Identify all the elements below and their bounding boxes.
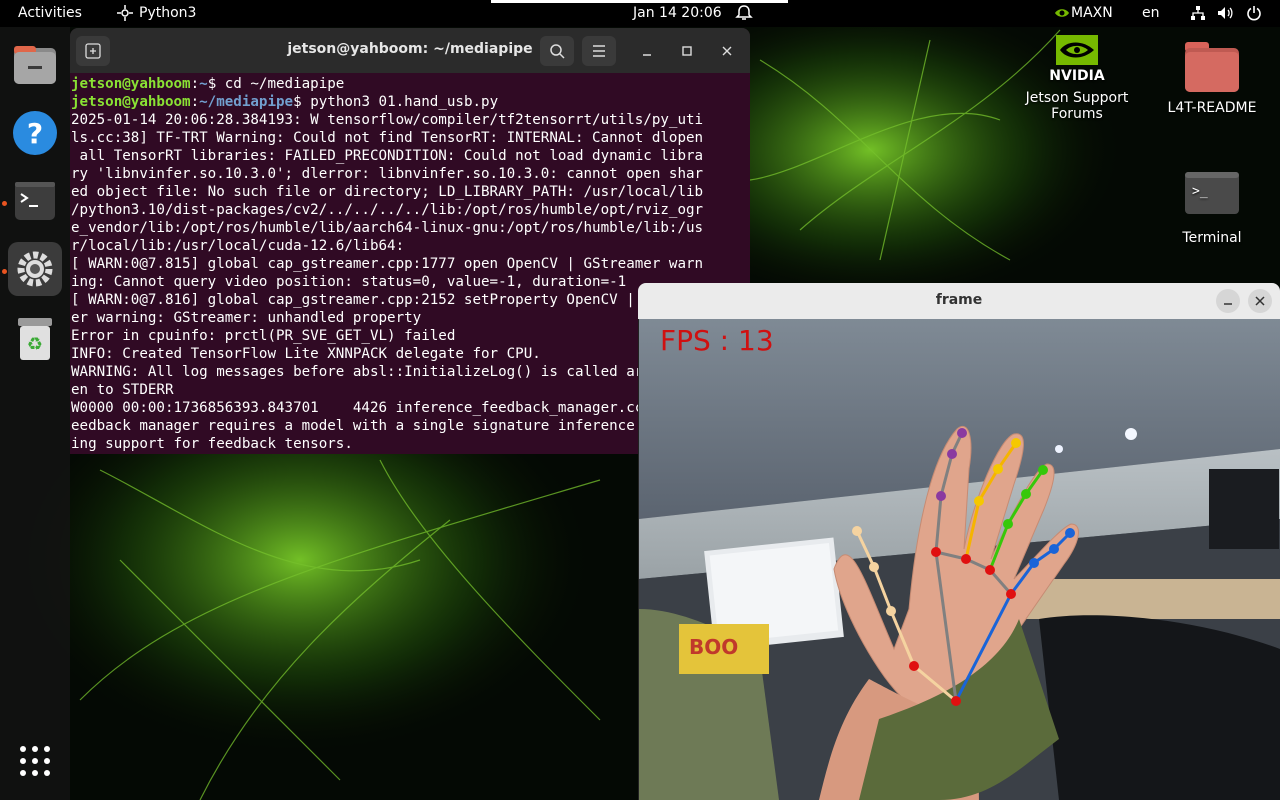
show-applications-button[interactable] bbox=[8, 734, 62, 788]
network-icon[interactable] bbox=[1189, 4, 1207, 22]
bell-icon[interactable] bbox=[735, 4, 753, 22]
desktop-icon-jetson-forums[interactable]: NVIDIA Jetson Support Forums bbox=[1015, 34, 1139, 122]
desktop-icon-label: Terminal bbox=[1182, 230, 1242, 246]
prompt-user: jetson@yahboom bbox=[71, 76, 191, 92]
close-button[interactable] bbox=[1248, 289, 1272, 313]
minimize-icon bbox=[1224, 303, 1232, 305]
frame-titlebar[interactable]: frame bbox=[638, 283, 1280, 319]
desktop-icon-label: L4T-README bbox=[1167, 100, 1257, 116]
prompt-user: jetson@yahboom bbox=[71, 94, 191, 110]
desktop-icon-terminal[interactable]: >_ Terminal bbox=[1150, 170, 1274, 246]
gear-icon bbox=[17, 251, 53, 287]
close-icon bbox=[722, 46, 732, 56]
camera-feed: BOO FPS: 13 bbox=[639, 319, 1280, 800]
top-bar: Activities Python3 Jan 14 20:06 MAXN en bbox=[0, 0, 1280, 27]
dock: ? ♻ bbox=[0, 27, 70, 800]
prompt-command: $ python3 01.hand_usb.py bbox=[293, 94, 499, 110]
minimize-button[interactable] bbox=[1216, 289, 1240, 313]
language-indicator[interactable]: en bbox=[1142, 5, 1160, 21]
dock-files[interactable] bbox=[8, 38, 62, 92]
terminal-titlebar[interactable]: jetson@yahboom: ~/mediapipe bbox=[70, 28, 750, 73]
terminal-icon bbox=[15, 182, 55, 220]
dock-settings[interactable] bbox=[8, 242, 62, 296]
svg-text:>_: >_ bbox=[1192, 184, 1208, 199]
nvidia-wordmark: NVIDIA bbox=[1049, 68, 1105, 84]
dock-help[interactable]: ? bbox=[8, 106, 62, 160]
power-icon[interactable] bbox=[1245, 4, 1263, 22]
svg-text:BOO: BOO bbox=[689, 635, 738, 659]
prompt-path: ~ bbox=[199, 76, 208, 92]
prompt-command: $ cd ~/mediapipe bbox=[207, 76, 345, 92]
minimize-button[interactable] bbox=[630, 36, 664, 66]
files-icon bbox=[14, 46, 56, 84]
hamburger-icon bbox=[593, 45, 605, 57]
nvidia-logo-icon bbox=[1056, 35, 1098, 65]
volume-icon[interactable] bbox=[1216, 4, 1234, 22]
grid-icon bbox=[20, 746, 50, 776]
nvidia-power-mode-icon[interactable] bbox=[1053, 4, 1071, 22]
prompt-path: ~/mediapipe bbox=[199, 94, 294, 110]
svg-text:?: ? bbox=[27, 117, 43, 150]
activities-button[interactable]: Activities bbox=[18, 5, 82, 21]
svg-text:♻: ♻ bbox=[27, 334, 43, 355]
maximize-button[interactable] bbox=[670, 36, 704, 66]
terminal-icon: >_ bbox=[1185, 172, 1239, 214]
dock-terminal[interactable] bbox=[8, 174, 62, 228]
prompt-line: jetson@yahboom:~/mediapipe$ python3 01.h… bbox=[71, 94, 499, 110]
running-indicator bbox=[2, 269, 7, 274]
minimize-icon bbox=[643, 54, 651, 56]
close-button[interactable] bbox=[710, 36, 744, 66]
search-icon bbox=[550, 44, 565, 59]
folder-icon bbox=[1185, 42, 1239, 92]
search-button[interactable] bbox=[540, 36, 574, 66]
desktop-icon-label: Jetson Support bbox=[1025, 90, 1129, 106]
desktop-icon-l4t-readme[interactable]: L4T-README bbox=[1150, 38, 1274, 116]
screen-capture-indicator bbox=[491, 0, 788, 3]
dock-trash[interactable]: ♻ bbox=[8, 312, 62, 366]
frame-title: frame bbox=[935, 292, 983, 308]
frame-window[interactable]: frame BOO FPS: 13 bbox=[638, 283, 1280, 800]
help-icon: ? bbox=[13, 111, 57, 155]
running-indicator bbox=[2, 201, 7, 206]
app-menu-label[interactable]: Python3 bbox=[139, 5, 196, 21]
clock[interactable]: Jan 14 20:06 bbox=[633, 5, 722, 21]
fps-label: FPS : 13 bbox=[660, 324, 774, 357]
app-menu-icon[interactable] bbox=[116, 4, 134, 22]
close-icon bbox=[1255, 296, 1265, 306]
power-mode-label[interactable]: MAXN bbox=[1071, 5, 1113, 21]
trash-icon: ♻ bbox=[18, 318, 52, 360]
maximize-icon bbox=[682, 46, 692, 56]
prompt-line: jetson@yahboom:~$ cd ~/mediapipe bbox=[71, 76, 345, 92]
desktop-icon-label: Forums bbox=[1051, 106, 1103, 122]
menu-button[interactable] bbox=[582, 36, 616, 66]
